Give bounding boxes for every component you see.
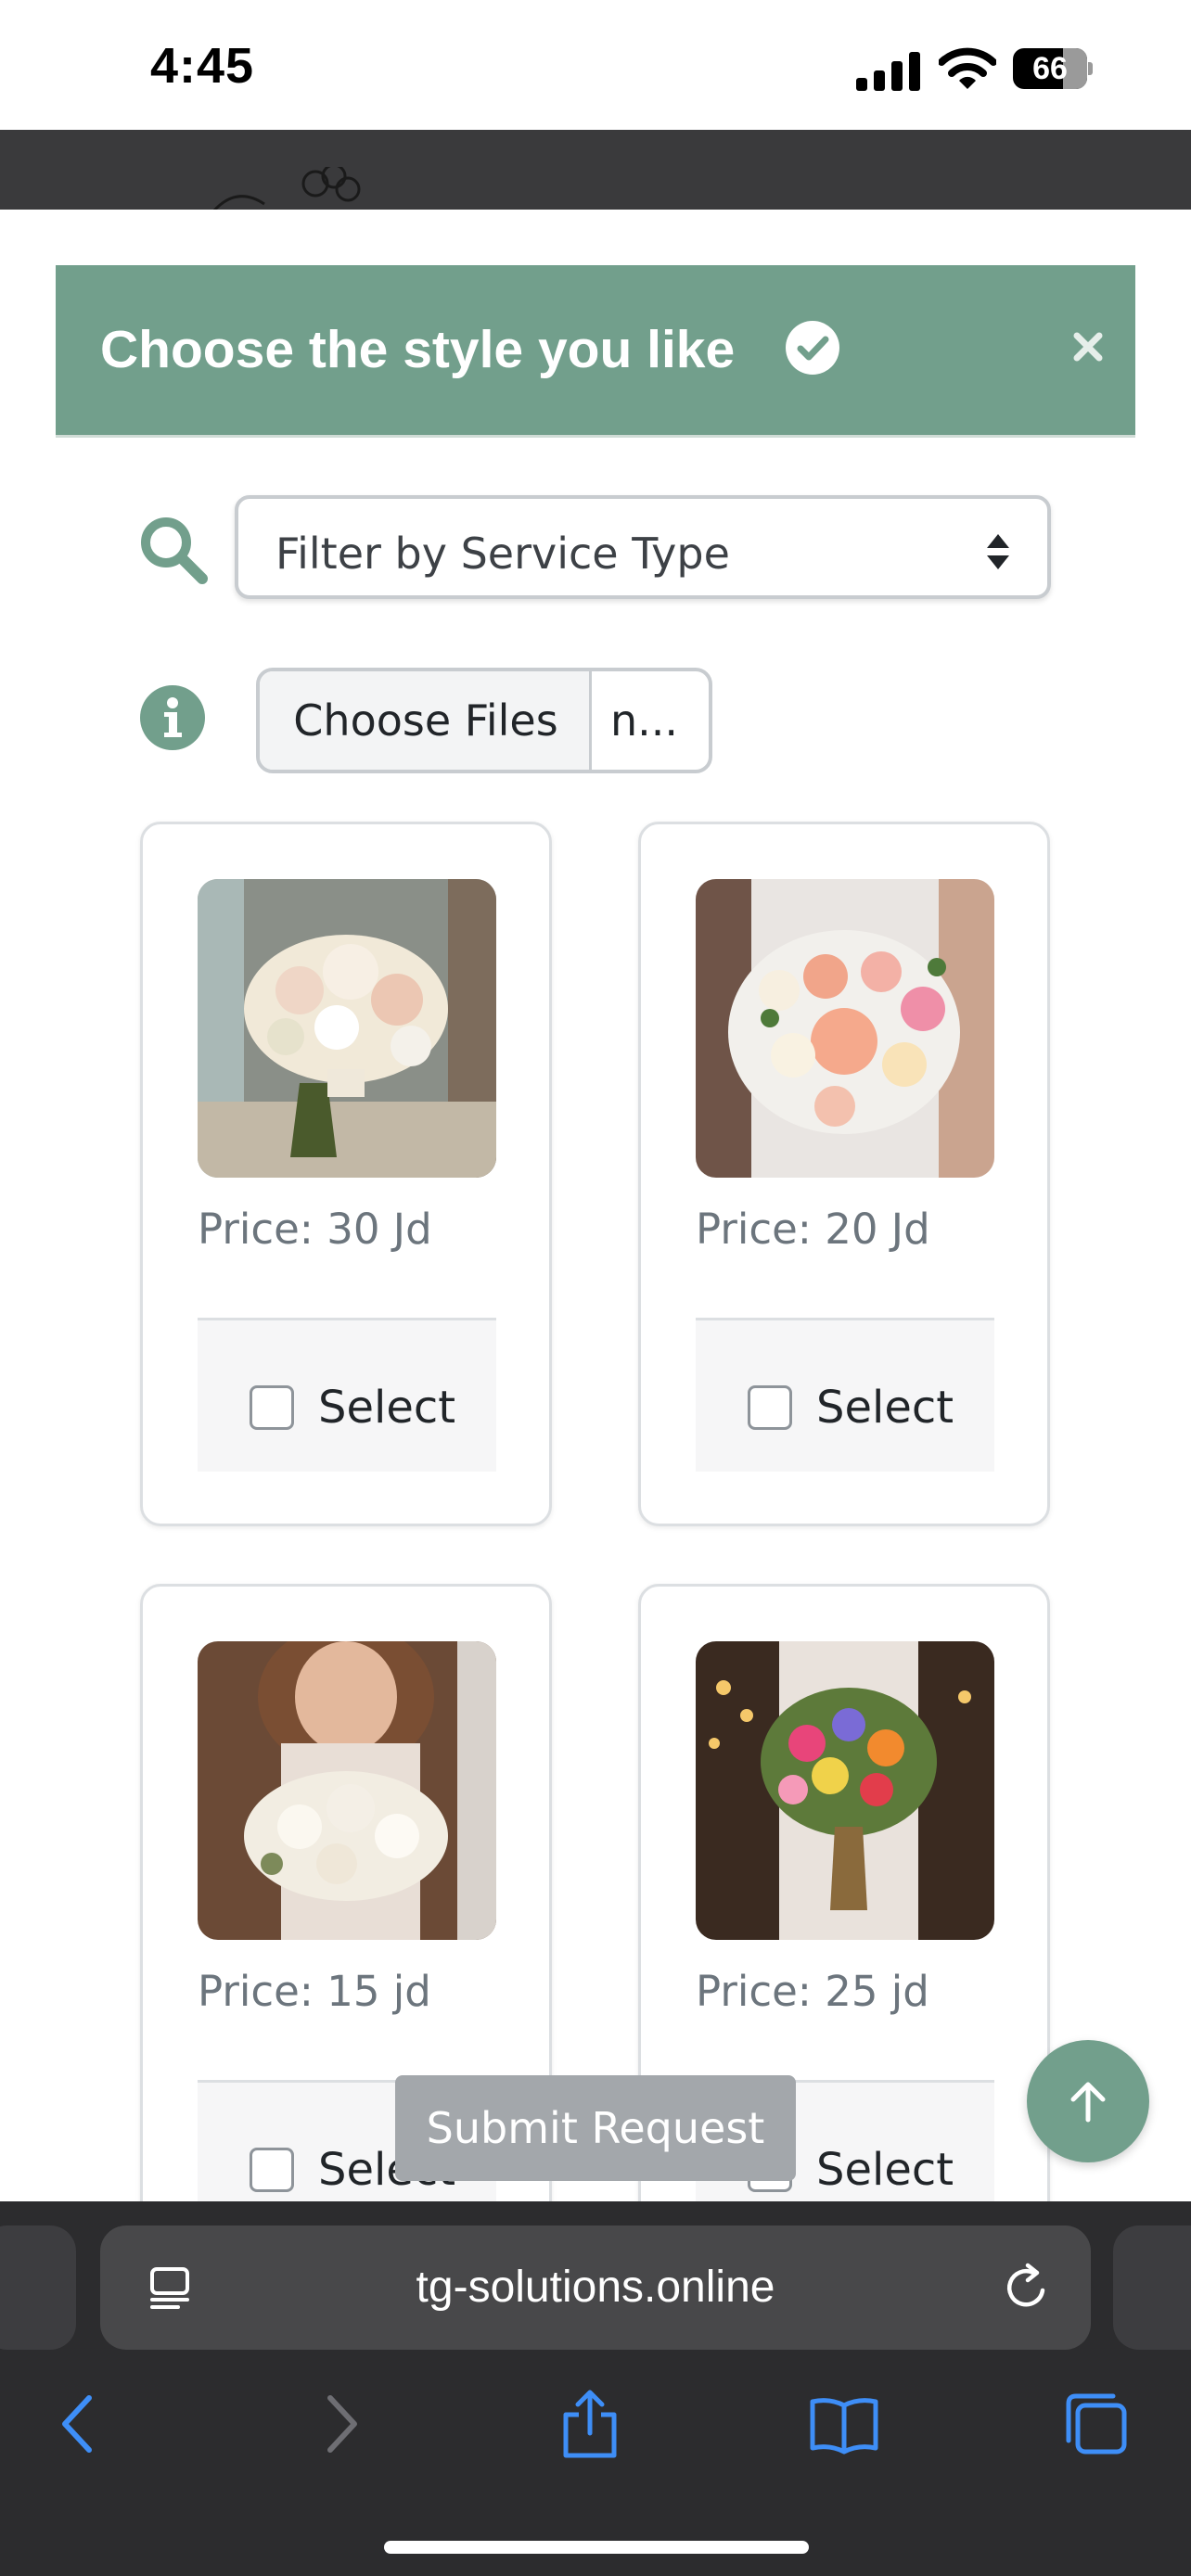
back-icon[interactable] xyxy=(43,2387,117,2461)
bookmarks-icon[interactable] xyxy=(807,2387,881,2461)
service-type-filter[interactable]: Filter by Service Type xyxy=(235,495,1051,599)
card-footer: Select xyxy=(696,1318,994,1472)
product-image xyxy=(198,879,496,1178)
url-text: tg-solutions.online xyxy=(416,2263,775,2312)
card-footer: Select xyxy=(198,1318,496,1472)
submit-request-button[interactable]: Submit Request xyxy=(395,2075,796,2181)
product-image xyxy=(198,1641,496,1940)
page-header xyxy=(0,130,1191,210)
battery-level: 66 xyxy=(1032,51,1068,86)
select-arrows-icon xyxy=(987,534,1009,569)
info-icon xyxy=(140,685,205,750)
status-bar: 4:45 66 xyxy=(0,0,1191,130)
modal-title: Choose the style you like xyxy=(100,320,736,379)
wifi-icon xyxy=(939,47,996,89)
product-image xyxy=(696,879,994,1178)
reload-icon[interactable] xyxy=(1002,2263,1052,2313)
product-image xyxy=(696,1641,994,1940)
close-icon[interactable] xyxy=(1062,321,1114,373)
choose-files-label: Choose Files xyxy=(293,695,558,746)
search-icon xyxy=(141,517,208,584)
next-tab-preview[interactable] xyxy=(1113,2225,1191,2350)
select-label[interactable]: Select xyxy=(816,1382,954,1434)
product-price: Price: 20 Jd xyxy=(696,1205,930,1254)
battery-icon: 66 xyxy=(1013,48,1093,89)
select-checkbox[interactable] xyxy=(748,1385,792,1430)
select-label[interactable]: Select xyxy=(816,2144,954,2196)
select-checkbox[interactable] xyxy=(250,2148,294,2192)
status-time: 4:45 xyxy=(150,38,255,94)
select-checkbox[interactable] xyxy=(250,1385,294,1430)
submit-label: Submit Request xyxy=(426,2103,765,2153)
previous-tab-preview[interactable] xyxy=(0,2225,76,2350)
tabs-icon[interactable] xyxy=(1059,2387,1133,2461)
reader-icon[interactable] xyxy=(147,2264,193,2311)
product-card: Price: 20 Jd Select xyxy=(638,822,1050,1526)
product-card: Price: 30 Jd Select xyxy=(140,822,552,1526)
selected-file-name: n... xyxy=(610,695,679,746)
logo-icon xyxy=(212,167,361,210)
choose-files-button[interactable]: Choose Files xyxy=(260,671,592,770)
check-circle-icon xyxy=(786,321,839,375)
product-price: Price: 30 Jd xyxy=(198,1205,432,1254)
signal-icon xyxy=(856,48,921,91)
browser-toolbar: tg-solutions.online xyxy=(0,2201,1191,2576)
modal-header: Choose the style you like xyxy=(56,265,1135,438)
filter-placeholder: Filter by Service Type xyxy=(275,529,730,579)
forward-icon[interactable] xyxy=(302,2387,377,2461)
share-icon[interactable] xyxy=(553,2387,627,2461)
address-bar[interactable]: tg-solutions.online xyxy=(100,2225,1091,2350)
product-price: Price: 15 jd xyxy=(198,1967,431,2016)
arrow-up-icon xyxy=(1070,2082,1106,2123)
select-label[interactable]: Select xyxy=(318,1382,455,1434)
product-grid: Price: 30 Jd Select Price: 20 Jd Select … xyxy=(0,818,1191,2201)
scroll-to-top-button[interactable] xyxy=(1027,2040,1149,2162)
style-modal: Choose the style you like Filter by Serv… xyxy=(0,210,1191,2201)
product-price: Price: 25 jd xyxy=(696,1967,929,2016)
home-indicator xyxy=(384,2541,809,2554)
file-upload-input[interactable]: Choose Files n... xyxy=(256,668,712,773)
